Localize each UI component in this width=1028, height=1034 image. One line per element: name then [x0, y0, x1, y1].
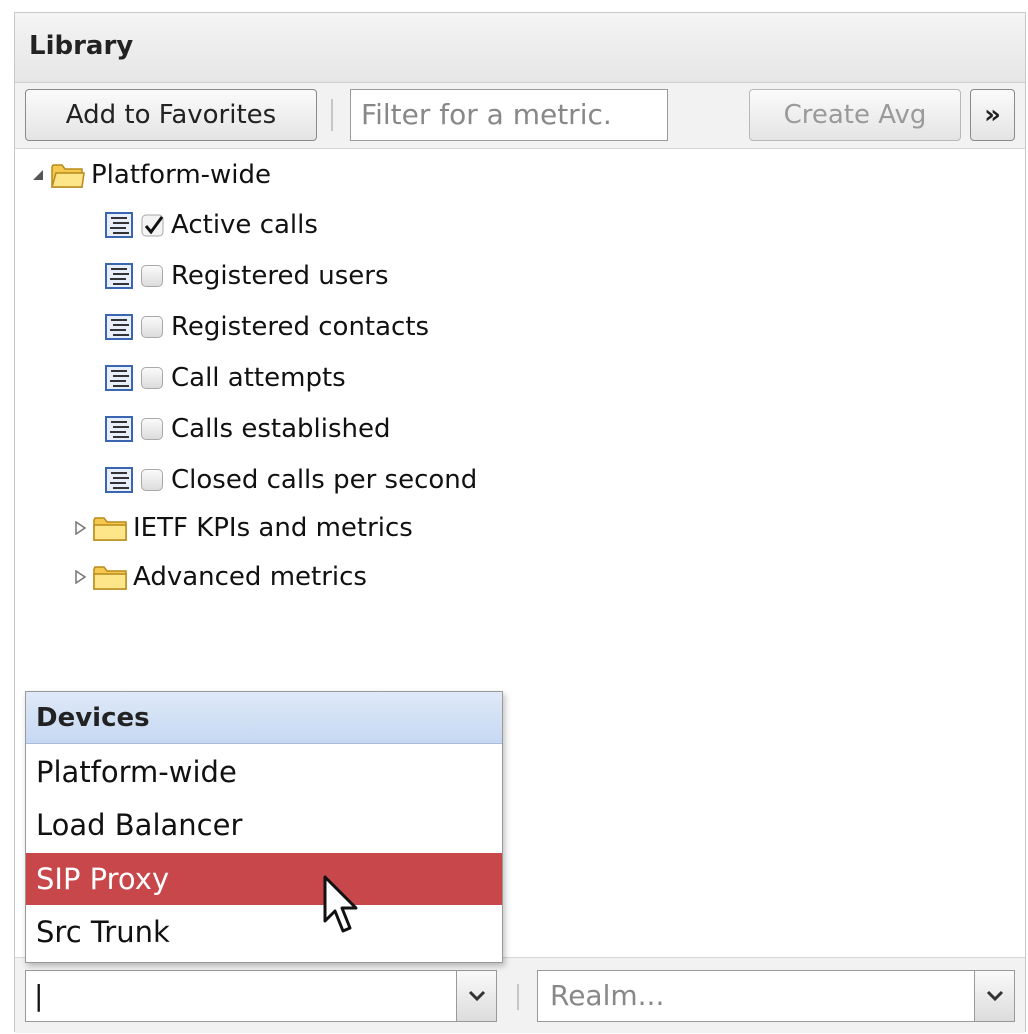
- dropdown-option-sip-proxy[interactable]: SIP Proxy: [26, 853, 502, 905]
- mouse-cursor-icon: [323, 875, 358, 933]
- checkbox-checked-icon[interactable]: [141, 214, 164, 237]
- tree-item-registered-users[interactable]: Registered users: [105, 254, 389, 298]
- metric-icon: [105, 467, 133, 493]
- realm-combo-dropdown-button[interactable]: [975, 970, 1015, 1022]
- collapse-arrow-icon[interactable]: [73, 570, 87, 584]
- create-avg-button[interactable]: Create Avg: [749, 89, 961, 141]
- chevron-down-icon: [986, 990, 1003, 1002]
- checkbox[interactable]: [141, 469, 163, 491]
- checkbox[interactable]: [141, 265, 163, 287]
- tree-folder-label: Advanced metrics: [133, 562, 367, 592]
- device-realm-bar: | Realm...: [15, 957, 1025, 1033]
- dropdown-option-load-balancer[interactable]: Load Balancer: [26, 799, 502, 851]
- tree-folder-label: IETF KPIs and metrics: [133, 513, 413, 543]
- library-title: Library: [29, 31, 134, 61]
- tree-item-registered-contacts[interactable]: Registered contacts: [105, 305, 429, 349]
- metric-filter-input[interactable]: Filter for a metric.: [350, 89, 668, 141]
- folder-open-icon: [51, 161, 85, 189]
- dropdown-option-platform-wide[interactable]: Platform-wide: [26, 746, 502, 798]
- tree-item-active-calls[interactable]: Active calls: [105, 203, 318, 247]
- checkbox[interactable]: [141, 367, 163, 389]
- metric-icon: [105, 212, 133, 238]
- metric-icon: [105, 263, 133, 289]
- tree-item-label: Registered users: [171, 261, 389, 291]
- tree-item-call-attempts[interactable]: Call attempts: [105, 356, 346, 400]
- library-header: Library: [15, 13, 1025, 83]
- devices-dropdown: Devices Platform-wide Load Balancer SIP …: [25, 691, 503, 963]
- tree-item-label: Calls established: [171, 414, 391, 444]
- expand-arrow-icon[interactable]: [31, 168, 45, 182]
- more-options-button[interactable]: »: [970, 89, 1015, 141]
- combo-separator: [517, 984, 519, 1010]
- tree-item-label: Registered contacts: [171, 312, 430, 342]
- device-combo-input[interactable]: |: [25, 970, 457, 1022]
- metric-icon: [105, 416, 133, 442]
- folder-icon: [93, 514, 127, 542]
- toolbar-separator: [331, 99, 333, 131]
- tree-folder-label: Platform-wide: [91, 160, 272, 190]
- checkbox[interactable]: [141, 316, 163, 338]
- tree-folder-ietf-kpis[interactable]: IETF KPIs and metrics: [73, 506, 413, 550]
- dropdown-option-src-trunk[interactable]: Src Trunk: [26, 906, 502, 958]
- dropdown-header: Devices: [26, 692, 502, 744]
- checkbox[interactable]: [141, 418, 163, 440]
- library-toolbar: Add to Favorites Filter for a metric. Cr…: [15, 83, 1025, 149]
- tree-item-label: Call attempts: [171, 363, 346, 393]
- add-to-favorites-button[interactable]: Add to Favorites: [25, 89, 317, 141]
- tree-folder-advanced-metrics[interactable]: Advanced metrics: [73, 555, 367, 599]
- tree-item-label: Active calls: [171, 210, 318, 240]
- metric-icon: [105, 314, 133, 340]
- metric-icon: [105, 365, 133, 391]
- realm-combo-input[interactable]: Realm...: [537, 970, 975, 1022]
- library-panel: Library Add to Favorites Filter for a me…: [14, 12, 1026, 1033]
- chevron-down-icon: [468, 990, 485, 1002]
- tree-item-label: Closed calls per second: [171, 465, 478, 495]
- tree-item-closed-calls-per-second[interactable]: Closed calls per second: [105, 458, 477, 502]
- tree-folder-platform-wide[interactable]: Platform-wide: [31, 153, 271, 197]
- collapse-arrow-icon[interactable]: [73, 521, 87, 535]
- folder-icon: [93, 563, 127, 591]
- tree-item-calls-established[interactable]: Calls established: [105, 407, 391, 451]
- device-combo-dropdown-button[interactable]: [457, 970, 497, 1022]
